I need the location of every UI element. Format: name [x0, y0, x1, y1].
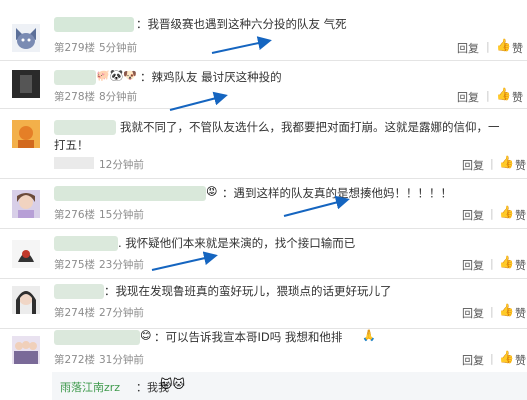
arrow-4: [151, 251, 218, 271]
arrow-2: [169, 91, 228, 111]
arrow-1: [211, 36, 272, 54]
arrow-3: [283, 195, 350, 217]
comment-list: ：我晋级赛也遇到这种六分投的队友 气死 第279楼 5分钟前 回复 | 👍 赞 …: [0, 0, 527, 400]
arrow-annotation: [151, 36, 350, 271]
